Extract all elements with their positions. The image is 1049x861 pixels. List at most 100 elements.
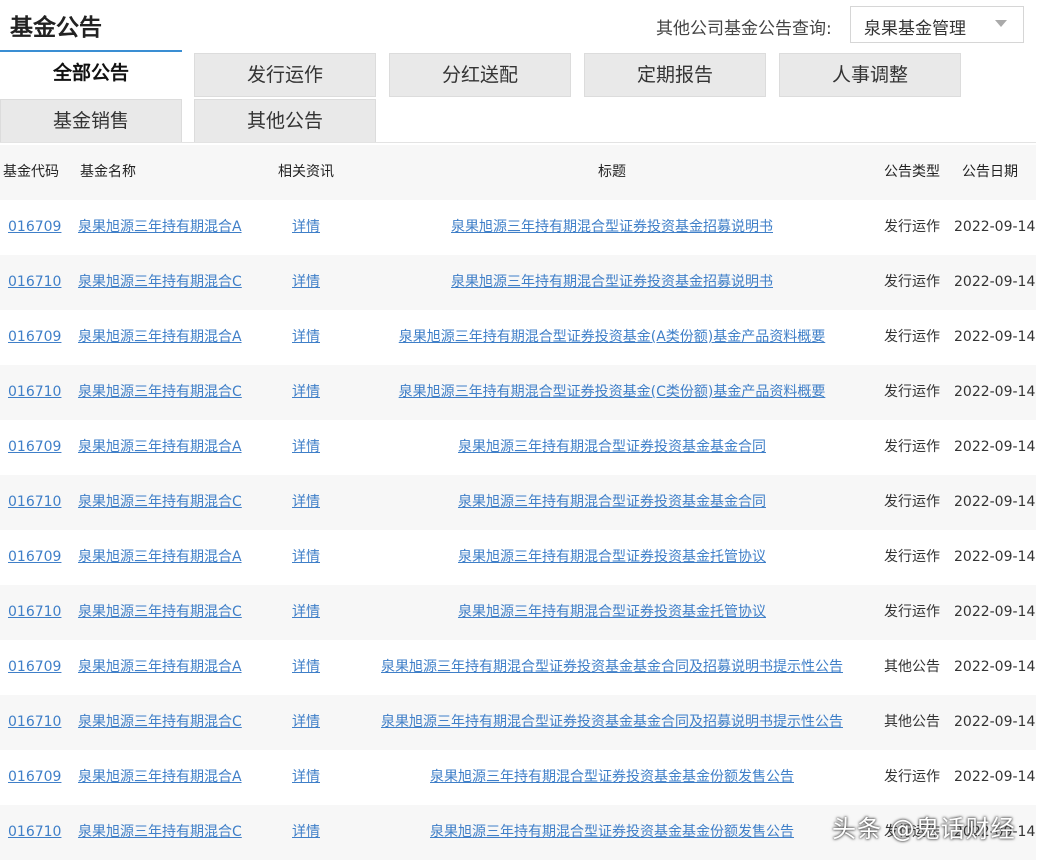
announcement-title-cell: 泉果旭源三年持有期混合型证券投资基金基金合同 bbox=[346, 475, 878, 530]
announcement-date-cell: 2022-09-14 bbox=[954, 365, 1036, 420]
fund-name-link[interactable]: 泉果旭源三年持有期混合C bbox=[78, 824, 242, 840]
tab-periodic-report[interactable]: 定期报告 bbox=[584, 53, 766, 97]
fund-code-cell: 016710 bbox=[8, 475, 74, 530]
table-row: 016709 泉果旭源三年持有期混合A 详情 泉果旭源三年持有期混合型证券投资基金基金… bbox=[0, 420, 1036, 475]
fund-code-link[interactable]: 016710 bbox=[8, 714, 61, 730]
announcement-type: 发行运作 bbox=[884, 604, 940, 620]
fund-code-link[interactable]: 016710 bbox=[8, 384, 61, 400]
announcement-date: 2022-09-14 bbox=[954, 494, 1036, 510]
fund-name-link[interactable]: 泉果旭源三年持有期混合A bbox=[78, 769, 242, 785]
announcement-type: 发行运作 bbox=[884, 494, 940, 510]
header-name: 基金名称 bbox=[80, 164, 136, 180]
details-link[interactable]: 详情 bbox=[292, 659, 320, 675]
tab-issuance[interactable]: 发行运作 bbox=[194, 53, 376, 97]
announcement-type: 发行运作 bbox=[884, 219, 940, 235]
announcement-date: 2022-09-14 bbox=[954, 439, 1036, 455]
details-link[interactable]: 详情 bbox=[292, 604, 320, 620]
announcement-title-link[interactable]: 泉果旭源三年持有期混合型证券投资基金(C类份额)基金产品资料概要 bbox=[399, 384, 826, 400]
announcement-title-link[interactable]: 泉果旭源三年持有期混合型证券投资基金基金份额发售公告 bbox=[430, 824, 794, 840]
announcement-title-cell: 泉果旭源三年持有期混合型证券投资基金基金合同及招募说明书提示性公告 bbox=[346, 695, 878, 750]
fund-name-link[interactable]: 泉果旭源三年持有期混合C bbox=[78, 494, 242, 510]
fund-name-link[interactable]: 泉果旭源三年持有期混合C bbox=[78, 274, 242, 290]
fund-name-cell: 泉果旭源三年持有期混合C bbox=[78, 805, 268, 860]
announcement-title-link[interactable]: 泉果旭源三年持有期混合型证券投资基金基金合同 bbox=[458, 439, 766, 455]
announcement-title-link[interactable]: 泉果旭源三年持有期混合型证券投资基金托管协议 bbox=[458, 549, 766, 565]
page-title: 基金公告 bbox=[10, 15, 102, 41]
fund-code-link[interactable]: 016709 bbox=[8, 659, 61, 675]
details-link[interactable]: 详情 bbox=[292, 439, 320, 455]
details-link[interactable]: 详情 bbox=[292, 274, 320, 290]
fund-code-cell: 016709 bbox=[8, 310, 74, 365]
announcement-date: 2022-09-14 bbox=[954, 329, 1036, 345]
announcement-date: 2022-09-14 bbox=[954, 384, 1036, 400]
fund-name-link[interactable]: 泉果旭源三年持有期混合A bbox=[78, 659, 242, 675]
tab-other[interactable]: 其他公告 bbox=[194, 99, 376, 143]
announcement-title-link[interactable]: 泉果旭源三年持有期混合型证券投资基金基金合同及招募说明书提示性公告 bbox=[381, 714, 843, 730]
chevron-down-icon bbox=[995, 20, 1007, 27]
details-cell: 详情 bbox=[270, 200, 342, 255]
tab-all[interactable]: 全部公告 bbox=[0, 50, 182, 94]
tab-sales[interactable]: 基金销售 bbox=[0, 99, 182, 143]
fund-code-cell: 016709 bbox=[8, 640, 74, 695]
announcement-title-link[interactable]: 泉果旭源三年持有期混合型证券投资基金招募说明书 bbox=[451, 219, 773, 235]
fund-name-link[interactable]: 泉果旭源三年持有期混合A bbox=[78, 439, 242, 455]
announcement-title-link[interactable]: 泉果旭源三年持有期混合型证券投资基金基金合同及招募说明书提示性公告 bbox=[381, 659, 843, 675]
details-link[interactable]: 详情 bbox=[292, 329, 320, 345]
announcement-title-link[interactable]: 泉果旭源三年持有期混合型证券投资基金(A类份额)基金产品资料概要 bbox=[399, 329, 826, 345]
details-cell: 详情 bbox=[270, 420, 342, 475]
announcement-title-cell: 泉果旭源三年持有期混合型证券投资基金(C类份额)基金产品资料概要 bbox=[346, 365, 878, 420]
tab-personnel[interactable]: 人事调整 bbox=[779, 53, 961, 97]
fund-code-link[interactable]: 016709 bbox=[8, 219, 61, 235]
fund-name-cell: 泉果旭源三年持有期混合A bbox=[78, 530, 268, 585]
fund-code-cell: 016709 bbox=[8, 530, 74, 585]
fund-code-link[interactable]: 016710 bbox=[8, 604, 61, 620]
details-link[interactable]: 详情 bbox=[292, 384, 320, 400]
announcement-type: 其他公告 bbox=[884, 659, 940, 675]
announcement-title-cell: 泉果旭源三年持有期混合型证券投资基金招募说明书 bbox=[346, 200, 878, 255]
fund-name-cell: 泉果旭源三年持有期混合C bbox=[78, 255, 268, 310]
announcement-date: 2022-09-14 bbox=[954, 274, 1036, 290]
announcement-title-link[interactable]: 泉果旭源三年持有期混合型证券投资基金基金份额发售公告 bbox=[430, 769, 794, 785]
fund-name-link[interactable]: 泉果旭源三年持有期混合C bbox=[78, 604, 242, 620]
fund-name-cell: 泉果旭源三年持有期混合A bbox=[78, 640, 268, 695]
fund-name-link[interactable]: 泉果旭源三年持有期混合A bbox=[78, 549, 242, 565]
fund-code-cell: 016710 bbox=[8, 695, 74, 750]
fund-code-cell: 016709 bbox=[8, 200, 74, 255]
details-cell: 详情 bbox=[270, 365, 342, 420]
fund-code-link[interactable]: 016710 bbox=[8, 494, 61, 510]
details-link[interactable]: 详情 bbox=[292, 219, 320, 235]
fund-name-link[interactable]: 泉果旭源三年持有期混合C bbox=[78, 384, 242, 400]
fund-name-link[interactable]: 泉果旭源三年持有期混合C bbox=[78, 714, 242, 730]
announcement-title-link[interactable]: 泉果旭源三年持有期混合型证券投资基金托管协议 bbox=[458, 604, 766, 620]
tab-dividend[interactable]: 分红送配 bbox=[389, 53, 571, 97]
fund-code-link[interactable]: 016709 bbox=[8, 549, 61, 565]
details-link[interactable]: 详情 bbox=[292, 549, 320, 565]
details-cell: 详情 bbox=[270, 750, 342, 805]
fund-code-cell: 016710 bbox=[8, 255, 74, 310]
details-link[interactable]: 详情 bbox=[292, 494, 320, 510]
fund-code-link[interactable]: 016710 bbox=[8, 824, 61, 840]
announcement-date-cell: 2022-09-14 bbox=[954, 640, 1036, 695]
fund-code-link[interactable]: 016709 bbox=[8, 439, 61, 455]
announcement-date-cell: 2022-09-14 bbox=[954, 310, 1036, 365]
fund-code-cell: 016709 bbox=[8, 420, 74, 475]
announcement-date-cell: 2022-09-14 bbox=[954, 585, 1036, 640]
details-cell: 详情 bbox=[270, 695, 342, 750]
announcement-type: 发行运作 bbox=[884, 549, 940, 565]
announcement-title-link[interactable]: 泉果旭源三年持有期混合型证券投资基金基金合同 bbox=[458, 494, 766, 510]
details-link[interactable]: 详情 bbox=[292, 714, 320, 730]
company-select[interactable]: 泉果基金管理 bbox=[850, 6, 1024, 43]
fund-code-link[interactable]: 016710 bbox=[8, 274, 61, 290]
fund-code-link[interactable]: 016709 bbox=[8, 329, 61, 345]
announcement-title-cell: 泉果旭源三年持有期混合型证券投资基金托管协议 bbox=[346, 530, 878, 585]
announcement-date-cell: 2022-09-14 bbox=[954, 200, 1036, 255]
details-link[interactable]: 详情 bbox=[292, 769, 320, 785]
table-row: 016709 泉果旭源三年持有期混合A 详情 泉果旭源三年持有期混合型证券投资基金基金… bbox=[0, 750, 1036, 805]
fund-code-link[interactable]: 016709 bbox=[8, 769, 61, 785]
announcement-title-link[interactable]: 泉果旭源三年持有期混合型证券投资基金招募说明书 bbox=[451, 274, 773, 290]
fund-name-link[interactable]: 泉果旭源三年持有期混合A bbox=[78, 219, 242, 235]
details-link[interactable]: 详情 bbox=[292, 824, 320, 840]
announcement-type-cell: 发行运作 bbox=[884, 475, 950, 530]
fund-name-link[interactable]: 泉果旭源三年持有期混合A bbox=[78, 329, 242, 345]
announcement-date: 2022-09-14 bbox=[954, 714, 1036, 730]
